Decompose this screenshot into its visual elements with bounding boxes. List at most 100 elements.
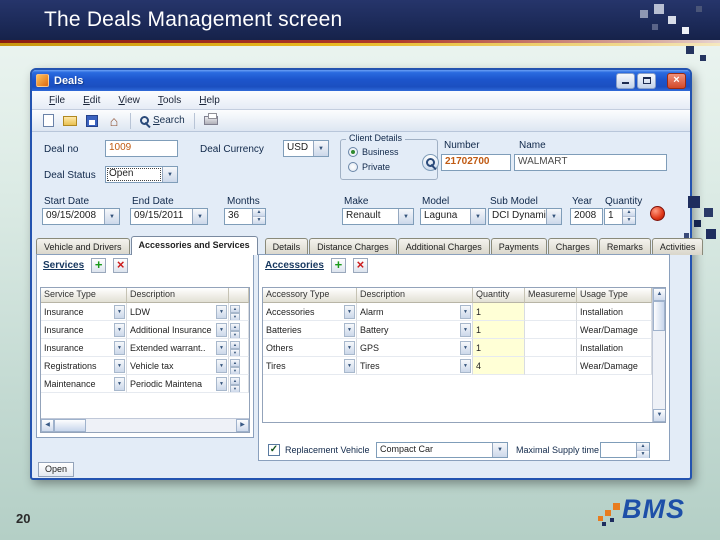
chevron-down-icon[interactable]: ▼: [162, 167, 177, 182]
service-type-cell[interactable]: Maintenance ▼: [41, 375, 127, 393]
service-desc-cell[interactable]: LDW ▼: [127, 303, 229, 321]
chevron-down-icon[interactable]: ▼: [216, 358, 227, 373]
deal-no-field[interactable]: 1009: [105, 140, 178, 157]
chevron-down-icon[interactable]: ▼: [398, 209, 413, 224]
service-desc-cell[interactable]: Vehicle tax ▼: [127, 357, 229, 375]
accessory-type-cell[interactable]: Accessories ▼: [263, 303, 357, 321]
chevron-down-icon[interactable]: ▼: [114, 358, 125, 373]
deal-status-combo[interactable]: Open ▼: [105, 166, 178, 183]
chevron-down-icon[interactable]: ▼: [344, 322, 355, 337]
horizontal-scrollbar[interactable]: ◀ ▶: [41, 418, 249, 432]
tab-details[interactable]: Details: [264, 238, 309, 255]
accessory-measure-cell[interactable]: [525, 303, 577, 321]
new-document-button[interactable]: [39, 112, 57, 130]
service-type-cell[interactable]: Insurance ▼: [41, 321, 127, 339]
service-extra-cell[interactable]: ▲ ▼: [229, 375, 249, 393]
save-button[interactable]: [83, 112, 101, 130]
scrollbar-track[interactable]: [86, 419, 236, 432]
deal-currency-combo[interactable]: USD ▼: [283, 140, 329, 157]
chevron-down-icon[interactable]: ▼: [344, 340, 355, 355]
lookup-button[interactable]: [422, 154, 439, 171]
chevron-down-icon[interactable]: ▼: [114, 376, 125, 391]
chevron-down-icon[interactable]: ▼: [460, 358, 471, 373]
accessory-desc-cell[interactable]: Tires ▼: [357, 357, 473, 375]
service-type-cell[interactable]: Registrations ▼: [41, 357, 127, 375]
spin-up-icon[interactable]: ▲: [623, 209, 635, 217]
add-service-button[interactable]: +: [91, 258, 107, 273]
scroll-down-icon[interactable]: ▼: [653, 409, 665, 422]
spin-down-icon[interactable]: ▼: [253, 217, 265, 224]
column-header-accessory-type[interactable]: Accessory Type: [263, 288, 357, 303]
accessory-desc-cell[interactable]: Alarm ▼: [357, 303, 473, 321]
private-radio[interactable]: [348, 162, 358, 172]
spinner-arrows[interactable]: ▲ ▼: [622, 209, 635, 224]
window-titlebar[interactable]: Deals ×: [32, 70, 690, 91]
scrollbar-thumb[interactable]: [54, 419, 86, 432]
tab-activities[interactable]: Activities: [651, 238, 704, 255]
chevron-down-icon[interactable]: ▼: [216, 376, 227, 391]
spin-up-icon[interactable]: ▲: [253, 209, 265, 217]
scroll-left-icon[interactable]: ◀: [41, 419, 54, 432]
year-field[interactable]: 2008: [570, 208, 603, 225]
accessory-type-cell[interactable]: Batteries ▼: [263, 321, 357, 339]
spinner-arrows[interactable]: ▲ ▼: [636, 443, 649, 458]
chevron-down-icon[interactable]: ▼: [216, 340, 227, 355]
spinner-arrows[interactable]: ▲ ▼: [230, 376, 240, 392]
spinner-arrows[interactable]: ▲ ▼: [252, 209, 265, 224]
sub-model-combo[interactable]: DCI Dynamic ▼: [488, 208, 562, 225]
service-extra-cell[interactable]: ▲ ▼: [229, 321, 249, 339]
chevron-down-icon[interactable]: ▼: [492, 443, 507, 457]
accessory-usage-cell[interactable]: Wear/Damage: [577, 321, 652, 339]
spinner-arrows[interactable]: ▲ ▼: [230, 358, 240, 374]
tab-charges[interactable]: Charges: [547, 238, 598, 255]
add-accessory-button[interactable]: +: [330, 258, 346, 273]
minimize-button[interactable]: [616, 72, 635, 89]
service-type-cell[interactable]: Insurance ▼: [41, 339, 127, 357]
tab-distance-charges[interactable]: Distance Charges: [309, 238, 397, 255]
tab-additional-charges[interactable]: Additional Charges: [397, 238, 490, 255]
chevron-down-icon[interactable]: ▼: [470, 209, 485, 224]
accessory-measure-cell[interactable]: [525, 339, 577, 357]
replacement-vehicle-checkbox[interactable]: ✓: [268, 444, 280, 456]
start-date-combo[interactable]: 09/15/2008 ▼: [42, 208, 120, 225]
accessory-desc-cell[interactable]: GPS ▼: [357, 339, 473, 357]
column-header-cut[interactable]: [229, 288, 249, 303]
print-button[interactable]: [202, 112, 220, 130]
chevron-down-icon[interactable]: ▼: [344, 358, 355, 373]
home-button[interactable]: ⌂: [105, 112, 123, 130]
column-header-service-type[interactable]: Service Type: [41, 288, 127, 303]
model-combo[interactable]: Laguna ▼: [420, 208, 486, 225]
vertical-scrollbar[interactable]: ▲ ▼: [652, 288, 665, 422]
spinner-arrows[interactable]: ▲ ▼: [230, 322, 240, 338]
service-extra-cell[interactable]: ▲ ▼: [229, 303, 249, 321]
accessory-qty-cell[interactable]: 1: [473, 321, 525, 339]
service-type-cell[interactable]: Insurance ▼: [41, 303, 127, 321]
spin-down-icon[interactable]: ▼: [637, 451, 649, 458]
scroll-right-icon[interactable]: ▶: [236, 419, 249, 432]
menu-tools[interactable]: Tools: [149, 93, 190, 108]
tab-vehicle-and-drivers[interactable]: Vehicle and Drivers: [36, 238, 130, 255]
chevron-down-icon[interactable]: ▼: [460, 340, 471, 355]
business-radio[interactable]: [348, 147, 358, 157]
tab-payments[interactable]: Payments: [490, 238, 547, 255]
make-combo[interactable]: Renault ▼: [342, 208, 414, 225]
chevron-down-icon[interactable]: ▼: [313, 141, 328, 156]
accessory-qty-cell[interactable]: 1: [473, 339, 525, 357]
status-open-button[interactable]: Open: [38, 462, 74, 477]
chevron-down-icon[interactable]: ▼: [460, 304, 471, 319]
months-stepper[interactable]: 36 ▲ ▼: [224, 208, 266, 225]
end-date-combo[interactable]: 09/15/2011 ▼: [130, 208, 208, 225]
spinner-arrows[interactable]: ▲ ▼: [230, 340, 240, 356]
chevron-down-icon[interactable]: ▼: [104, 209, 119, 224]
accessory-usage-cell[interactable]: Wear/Damage: [577, 357, 652, 375]
accessory-desc-cell[interactable]: Battery ▼: [357, 321, 473, 339]
chevron-down-icon[interactable]: ▼: [114, 304, 125, 319]
accessory-usage-cell[interactable]: Installation: [577, 339, 652, 357]
name-field[interactable]: WALMART: [514, 154, 667, 171]
spin-down-icon[interactable]: ▼: [623, 217, 635, 224]
chevron-down-icon[interactable]: ▼: [114, 340, 125, 355]
delete-service-button[interactable]: ×: [113, 258, 129, 273]
menu-help[interactable]: Help: [190, 93, 229, 108]
chevron-down-icon[interactable]: ▼: [192, 209, 207, 224]
chevron-down-icon[interactable]: ▼: [344, 304, 355, 319]
